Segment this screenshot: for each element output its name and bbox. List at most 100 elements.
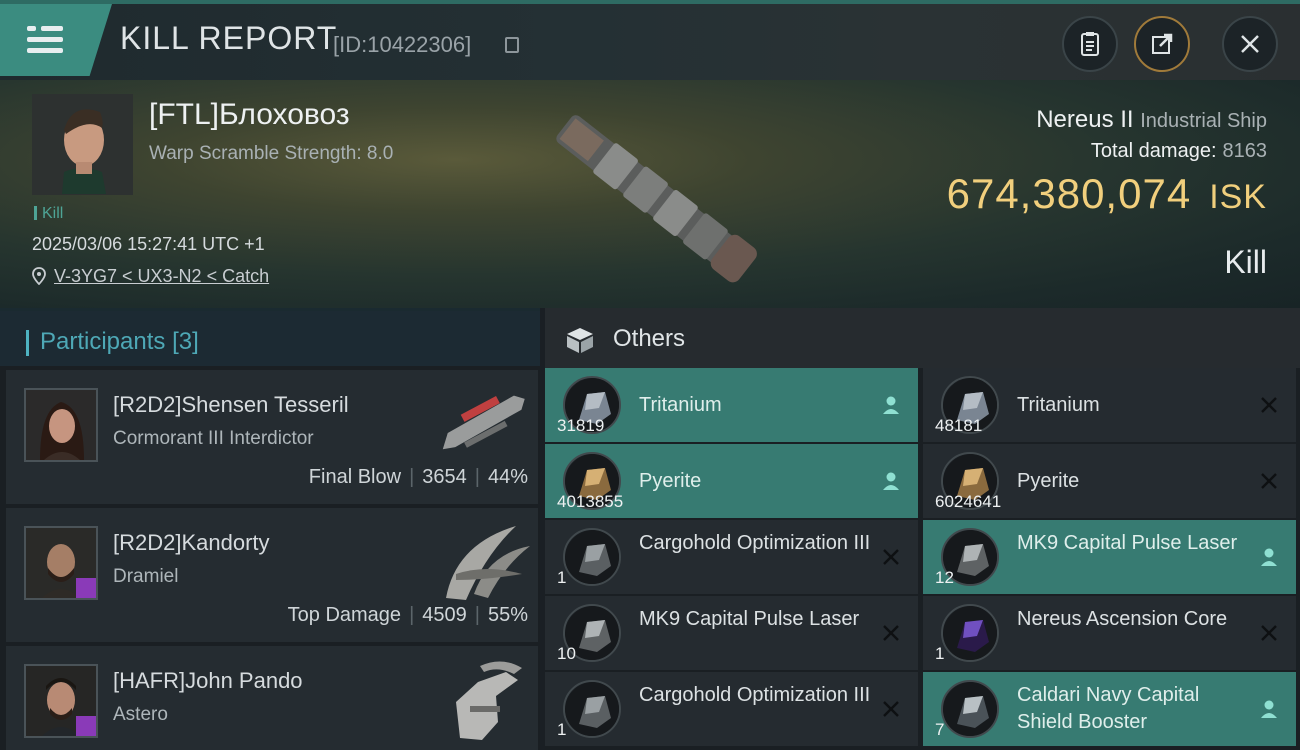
pilot-icon[interactable] [1258,546,1280,568]
victim-ship-image [556,115,757,283]
kill-id: [ID:10422306] [333,32,472,57]
kill-result: Kill [1224,244,1267,280]
total-damage-label: Total damage: [1090,140,1217,162]
participant-ship-image [442,395,525,450]
participant-row[interactable]: [R2D2]Shensen Tesseril Cormorant III Int… [6,370,538,504]
victim-portrait[interactable] [32,94,133,195]
participant-name: [HAFR]John Pando [113,668,303,693]
item-icon [941,680,999,738]
close-button[interactable] [1222,16,1278,72]
participant-ship: Astero [113,704,168,725]
item-cell[interactable]: 1 Nereus Ascension Core [923,596,1296,670]
participant-stats: Top Damage | 4509 | 55% [287,604,528,626]
participants-title: Participants [3] [40,328,199,356]
item-quantity: 10 [557,644,576,663]
total-damage-value: 8163 [1222,140,1268,162]
item-icon [563,528,621,586]
item-name: MK9 Capital Pulse Laser [639,608,860,630]
item-quantity: 7 [935,720,945,739]
others-title: Others [613,325,686,352]
pilot-icon[interactable] [880,394,902,416]
close-icon[interactable] [880,546,902,568]
item-cell[interactable]: 1 Cargohold Optimization III [545,520,918,594]
item-name: Pyerite [1017,470,1080,492]
item-name: MK9 Capital Pulse Laser [1017,532,1238,554]
participant-role: Final Blow [308,466,402,488]
participant-row[interactable]: [R2D2]Kandorty Dramiel Top Damage | 4509 | 5… [6,508,538,642]
item-quantity: 31819 [557,416,605,435]
copy-icon[interactable] [505,37,519,53]
close-icon [1241,35,1259,53]
close-icon[interactable] [1258,622,1280,644]
item-cell[interactable]: 12 MK9 Capital Pulse Laser [923,520,1296,594]
kill-tag: Kill [34,205,63,223]
kill-location[interactable]: V-3YG7 < UX3-N2 < Catch [32,266,269,287]
page-title: KILL REPORT [120,20,338,56]
kill-report-screen: KILL REPORT [ID:10422306] [FTL]Блоховоз … [0,0,1300,750]
pilot-icon[interactable] [1258,698,1280,720]
menu-button[interactable] [0,4,112,76]
close-icon[interactable] [1258,394,1280,416]
victim-name[interactable]: [FTL]Блоховоз [149,98,350,132]
location-link[interactable]: V-3YG7 < UX3-N2 < Catch [54,266,269,286]
item-quantity: 48181 [935,416,983,435]
item-cell[interactable]: 48181 Tritanium [923,368,1296,442]
participant-stats: Final Blow | 3654 | 44% [308,466,528,488]
pilot-icon[interactable] [880,470,902,492]
item-cell[interactable]: 31819 Tritanium [545,368,918,442]
victim-ship[interactable]: Nereus II Industrial Ship [1036,106,1267,134]
participant-damage: 4509 [422,604,467,626]
participant-ship-image [456,661,522,740]
others-panel: Others 31819 Tritanium 48181 Tritanium 40138… [545,308,1300,750]
item-quantity: 6024641 [935,492,1002,511]
location-pin-icon [32,267,46,285]
others-header: Others [545,308,1300,368]
share-icon [1152,33,1173,54]
share-button[interactable] [1134,16,1190,72]
item-name: Cargohold Optimization III [639,532,871,554]
item-cell[interactable]: 6024641 Pyerite [923,444,1296,518]
menu-icon [27,26,63,54]
total-damage: Total damage: 8163 [1091,140,1267,163]
participants-panel: Participants [3] [R2D2]Shensen Tesseril … [0,308,540,750]
clipboard-icon [1081,32,1099,56]
participant-damage: 3654 [422,466,467,488]
ship-class: Industrial Ship [1140,110,1267,132]
character-portrait [32,94,133,195]
item-quantity: 1 [557,568,567,587]
item-name: Tritanium [639,394,722,416]
status-badge [76,578,96,598]
participant-ship: Cormorant III Interdictor [113,428,314,449]
participant-avatar [24,388,98,462]
item-name: Nereus Ascension Core [1017,608,1228,630]
clipboard-button[interactable] [1062,16,1118,72]
item-cell[interactable]: 1 Cargohold Optimization III [545,672,918,746]
ship-name: Nereus II [1036,106,1134,133]
participant-row[interactable]: [HAFR]John Pando Astero [6,646,538,750]
item-cell[interactable]: 7 Caldari Navy Capital Shield Booster [923,672,1296,746]
item-name: Pyerite [639,470,702,492]
close-icon[interactable] [880,698,902,720]
cube-icon [567,328,593,353]
close-icon[interactable] [1258,470,1280,492]
participants-label: Participants [40,328,166,355]
participant-role: Top Damage [287,604,402,626]
item-cell[interactable]: 4013855 Pyerite [545,444,918,518]
kill-datetime: 2025/03/06 15:27:41 UTC +1 [32,234,265,254]
item-quantity: 1 [557,720,567,739]
item-quantity: 12 [935,568,954,587]
close-icon[interactable] [880,622,902,644]
warp-scramble-strength: Warp Scramble Strength: 8.0 [149,143,394,164]
isk-unit: ISK [1209,178,1267,216]
item-cell[interactable]: 10 MK9 Capital Pulse Laser [545,596,918,670]
participant-ship-image [446,526,530,600]
item-quantity: 4013855 [557,492,624,511]
participant-avatar [24,664,98,738]
participant-avatar [24,526,98,600]
participant-name: [R2D2]Kandorty [113,530,270,555]
participant-name: [R2D2]Shensen Tesseril [113,392,349,417]
isk-amount: 674,380,074 [946,170,1192,217]
participants-count: [3] [172,328,199,355]
item-name: Caldari Navy Capital Shield Booster [1017,684,1200,733]
participants-header[interactable]: Participants [3] [0,308,540,366]
